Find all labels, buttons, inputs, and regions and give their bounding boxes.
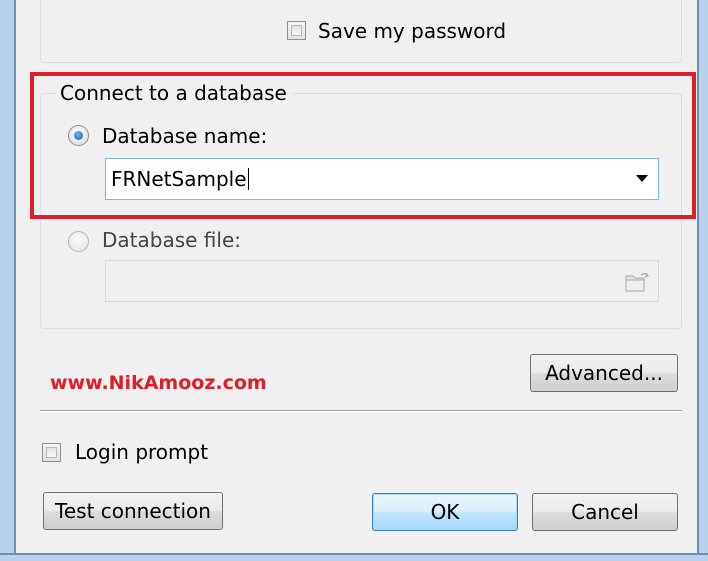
test-connection-button[interactable]: Test connection bbox=[43, 492, 223, 530]
separator bbox=[40, 410, 682, 412]
database-file-field bbox=[105, 260, 659, 302]
save-password-label: Save my password bbox=[318, 19, 507, 43]
window-frame-right bbox=[697, 0, 708, 561]
database-file-radio[interactable] bbox=[68, 231, 89, 252]
watermark-text: www.NikAmooz.com bbox=[50, 372, 267, 394]
folder-open-icon[interactable] bbox=[624, 270, 650, 294]
ok-button[interactable]: OK bbox=[372, 493, 518, 531]
login-prompt-label: Login prompt bbox=[75, 440, 209, 464]
highlight-box bbox=[30, 72, 696, 219]
save-password-checkbox[interactable] bbox=[287, 21, 306, 40]
database-file-label: Database file: bbox=[102, 228, 241, 252]
login-prompt-checkbox[interactable] bbox=[42, 443, 61, 462]
advanced-button[interactable]: Advanced... bbox=[530, 354, 678, 392]
window-frame-left bbox=[0, 0, 16, 561]
window-frame-bottom bbox=[0, 553, 708, 561]
cancel-button[interactable]: Cancel bbox=[532, 493, 678, 531]
